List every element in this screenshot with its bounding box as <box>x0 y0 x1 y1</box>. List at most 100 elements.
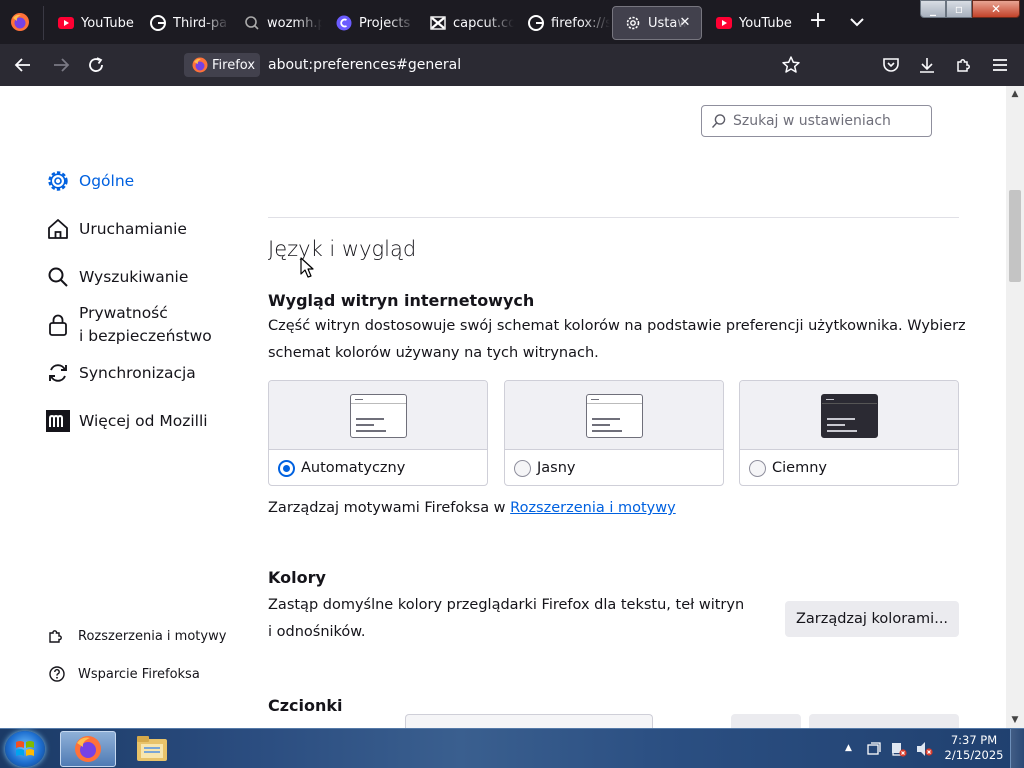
maximize-button[interactable]: ▫ <box>946 0 972 18</box>
tab-title: YouTube <box>81 15 134 31</box>
colors-description-line2: i odnośników. <box>268 624 366 640</box>
category-label: Wyszukiwanie <box>79 268 189 286</box>
firefox-icon <box>75 736 101 762</box>
back-button[interactable] <box>12 54 34 76</box>
category-sync[interactable]: Synchronizacja <box>46 361 196 385</box>
volume-muted-icon[interactable] <box>916 741 934 757</box>
identity-box[interactable]: Firefox <box>184 53 260 77</box>
colors-heading: Kolory <box>268 568 326 587</box>
gear-icon <box>625 15 641 31</box>
firefox-support-link[interactable]: Wsparcie Firefoksa <box>48 665 200 683</box>
firefox-icon <box>192 57 208 73</box>
radio-automatic[interactable] <box>278 459 295 477</box>
tab-youtube-2[interactable]: YouTube <box>704 6 796 40</box>
hamburger-menu-icon <box>993 59 1007 71</box>
manage-colors-button[interactable]: Zarządzaj kolorami... <box>785 601 959 637</box>
category-label: Synchronizacja <box>79 364 196 382</box>
footer-link-label: Rozszerzenia i motywy <box>78 628 227 644</box>
action-center-icon[interactable] <box>866 741 882 757</box>
tab-firefox-url[interactable]: firefox://s <box>516 6 610 40</box>
theme-option-label: Ciemny <box>772 460 827 476</box>
youtube-icon <box>716 15 732 31</box>
light-page-preview <box>350 394 407 438</box>
tab-title: YouTube <box>739 15 792 31</box>
reload-button[interactable] <box>85 54 107 76</box>
firefox-menu-icon[interactable] <box>10 12 30 32</box>
extensions-themes-inline-link[interactable]: Rozszerzenia i motywy <box>510 500 676 516</box>
category-general[interactable]: Ogólne <box>46 169 134 193</box>
theme-preview <box>740 381 958 450</box>
pocket-button[interactable] <box>880 54 902 76</box>
close-tab-icon[interactable]: ✕ <box>677 15 693 31</box>
tab-settings[interactable]: Ustawi ✕ <box>612 6 702 40</box>
dark-page-preview <box>821 394 878 438</box>
search-placeholder: Szukaj w ustawieniach <box>733 113 891 129</box>
navigation-toolbar: Firefox about:preferences#general <box>0 44 1024 86</box>
windows-taskbar: ▲ 7:37 PM 2/15/2025 <box>0 728 1024 768</box>
url-input[interactable]: about:preferences#general <box>268 57 461 73</box>
search-input[interactable]: Szukaj w ustawieniach <box>701 105 932 137</box>
start-button[interactable] <box>5 731 45 767</box>
category-privacy[interactable]: Prywatność i bezpieczeństwo <box>46 302 212 348</box>
page-scrollbar[interactable]: ▲ ▼ <box>1006 86 1024 728</box>
google-icon <box>528 15 544 31</box>
scrollbar-thumb[interactable] <box>1009 190 1021 282</box>
font-size-select[interactable] <box>731 714 801 728</box>
chevron-down-icon[interactable] <box>846 12 868 32</box>
theme-option-dark[interactable]: Ciemny <box>739 380 959 486</box>
theme-radio-row: Ciemny <box>740 450 958 485</box>
category-more-from-mozilla[interactable]: Więcej od Mozilli <box>46 409 208 433</box>
tab-capcut[interactable]: capcut.co <box>418 6 514 40</box>
category-search[interactable]: Wyszukiwanie <box>46 265 188 289</box>
radio-dark[interactable] <box>749 459 766 477</box>
tab-youtube[interactable]: YouTube <box>46 6 136 40</box>
theme-radio-row: Automatyczny <box>269 450 487 485</box>
tab-title: capcut.co <box>453 15 514 31</box>
colors-description: Zastąp domyślne kolory przeglądarki Fire… <box>268 592 744 646</box>
taskbar-file-explorer[interactable] <box>124 731 180 767</box>
fonts-heading: Czcionki <box>268 696 343 715</box>
download-icon <box>920 58 934 73</box>
footer-link-label: Wsparcie Firefoksa <box>78 666 200 682</box>
theme-option-label: Jasny <box>537 460 576 476</box>
minimize-button[interactable]: _ <box>920 0 946 18</box>
identity-label: Firefox <box>212 57 256 73</box>
theme-option-automatic[interactable]: Automatyczny <box>268 380 488 486</box>
category-label: Prywatność i bezpieczeństwo <box>79 302 212 348</box>
theme-option-light[interactable]: Jasny <box>504 380 724 486</box>
section-divider <box>268 217 959 218</box>
close-window-button[interactable]: ✕ <box>972 0 1020 18</box>
network-error-icon[interactable] <box>891 741 907 757</box>
forward-button[interactable] <box>50 54 72 76</box>
show-desktop-button[interactable] <box>1010 729 1024 768</box>
category-label: Uruchamianie <box>79 220 187 238</box>
folder-icon <box>137 736 167 761</box>
scroll-down-arrow-icon[interactable]: ▼ <box>1006 712 1024 728</box>
advanced-fonts-button[interactable] <box>809 714 959 728</box>
extensions-themes-link[interactable]: Rozszerzenia i motywy <box>48 627 226 645</box>
radio-light[interactable] <box>514 459 531 477</box>
font-select[interactable] <box>405 714 653 728</box>
scroll-up-arrow-icon[interactable]: ▲ <box>1006 86 1024 102</box>
bookmark-star-icon[interactable] <box>780 54 802 76</box>
url-bar[interactable]: Firefox about:preferences#general <box>182 50 812 80</box>
back-arrow-icon <box>14 58 30 72</box>
extensions-button[interactable] <box>953 54 975 76</box>
show-hidden-icons-button[interactable]: ▲ <box>845 743 852 753</box>
category-home[interactable]: Uruchamianie <box>46 217 187 241</box>
tab-projects[interactable]: Projects <box>324 6 416 40</box>
windows-logo-icon <box>16 741 34 756</box>
tab-strip: YouTube Third-pa wozmh.p Projects capcut… <box>0 0 1024 44</box>
category-label-line2: i bezpieczeństwo <box>79 327 212 345</box>
downloads-button[interactable] <box>916 54 938 76</box>
new-tab-button[interactable]: + <box>806 10 830 34</box>
lock-icon <box>46 313 70 337</box>
search-icon <box>46 265 70 289</box>
tab-third-party[interactable]: Third-pa <box>138 6 230 40</box>
taskbar-firefox[interactable] <box>60 731 116 767</box>
system-clock[interactable]: 7:37 PM 2/15/2025 <box>944 733 1004 763</box>
app-menu-button[interactable] <box>989 54 1011 76</box>
tab-wozmh[interactable]: wozmh.p <box>232 6 322 40</box>
appearance-description-line2: schemat kolorów używany na tych witrynac… <box>268 345 599 361</box>
tab-title: firefox://s <box>551 15 610 31</box>
